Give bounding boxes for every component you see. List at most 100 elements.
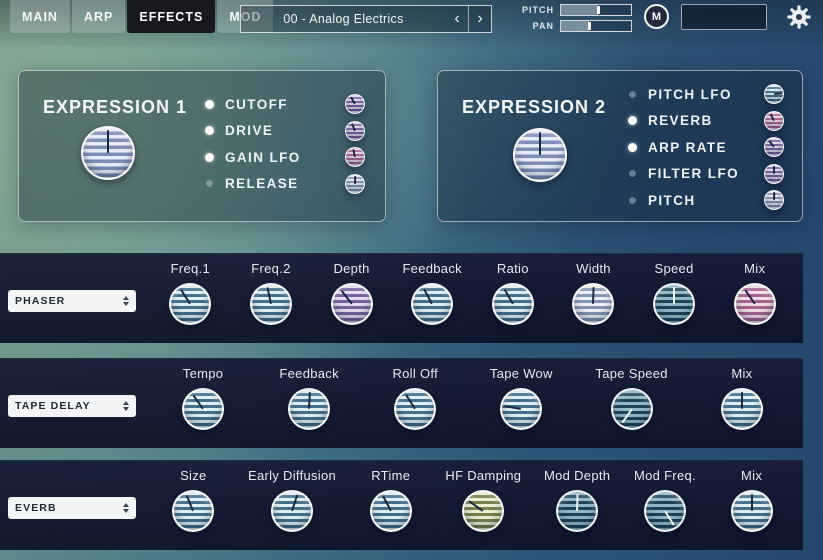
tape-delay-knobs: Tempo Feedback Roll Off Tape Wow Tape Sp…	[150, 366, 795, 430]
arp-rate-mini-knob[interactable]	[764, 137, 784, 157]
phaser-speed-knob[interactable]	[653, 283, 695, 325]
expression-2-knob[interactable]	[513, 128, 567, 182]
radio-dot	[629, 170, 636, 177]
gain-lfo-mini-knob[interactable]	[345, 147, 365, 167]
tape-delay-effect-selector[interactable]: TAPE DELAY	[8, 395, 136, 417]
everb-mod-depth-knob[interactable]	[556, 490, 598, 532]
exp1-option-gain-lfo[interactable]: GAIN LFO	[205, 146, 365, 168]
selector-label: TAPE DELAY	[15, 400, 91, 412]
knob-label: Mix	[741, 468, 762, 483]
option-label: CUTOFF	[225, 97, 334, 112]
radio-dot	[629, 91, 636, 98]
knob-label: Mix	[744, 261, 765, 276]
knob-needle	[406, 278, 457, 329]
up-down-arrows-icon	[123, 401, 129, 411]
tapedelay-feedback-knob[interactable]	[288, 388, 330, 430]
mono-button[interactable]: M	[644, 4, 669, 29]
release-mini-knob[interactable]	[345, 174, 365, 194]
tapedelay-tempo-knob[interactable]	[182, 388, 224, 430]
everb-early-diffusion-knob[interactable]	[271, 490, 313, 532]
exp1-option-drive[interactable]: DRIVE	[205, 120, 365, 142]
phaser-mix-knob[interactable]	[734, 283, 776, 325]
phaser-effect-selector[interactable]: PHASER	[8, 290, 136, 312]
everb-hf-damping-knob[interactable]	[462, 490, 504, 532]
radio-dot	[205, 153, 214, 162]
fx-cell: Mod Freq.	[633, 468, 697, 532]
pitch-row: PITCH	[518, 4, 632, 16]
pitch-slider[interactable]	[560, 4, 632, 16]
exp2-option-arp-rate[interactable]: ARP RATE	[628, 136, 784, 158]
knob-label: Feedback	[279, 366, 339, 381]
fx-cell: Width	[561, 261, 625, 325]
selector-label: PHASER	[15, 295, 65, 307]
phaser-freq1-knob[interactable]	[169, 283, 211, 325]
everb-mix-knob[interactable]	[731, 490, 773, 532]
preset-prev-button[interactable]: ‹	[446, 6, 468, 32]
display-screen	[681, 4, 767, 30]
exp1-option-release[interactable]: RELEASE	[205, 173, 365, 195]
pitch-lfo-mini-knob[interactable]	[764, 84, 784, 104]
tapedelay-tapespeed-knob[interactable]	[611, 388, 653, 430]
fx-cell: Size	[161, 468, 225, 532]
exp2-option-filter-lfo[interactable]: FILTER LFO	[628, 163, 784, 185]
knob-label: HF Damping	[445, 468, 521, 483]
slider-thumb[interactable]	[588, 22, 591, 30]
knob-needle	[499, 387, 543, 431]
phaser-depth-knob[interactable]	[331, 283, 373, 325]
tab-arp[interactable]: ARP	[72, 0, 125, 33]
phaser-ratio-knob[interactable]	[492, 283, 534, 325]
everb-size-knob[interactable]	[172, 490, 214, 532]
knob-label: Width	[576, 261, 611, 276]
knob-needle	[268, 487, 316, 535]
tapedelay-mix-knob[interactable]	[721, 388, 763, 430]
settings-gear-icon[interactable]	[784, 2, 814, 32]
pitch-label: PITCH	[518, 5, 554, 15]
tab-main[interactable]: MAIN	[10, 0, 70, 33]
nav-tabs: MAIN ARP EFFECTS MOD	[10, 0, 273, 33]
phaser-feedback-knob[interactable]	[411, 283, 453, 325]
tab-effects[interactable]: EFFECTS	[127, 0, 215, 33]
option-label: DRIVE	[225, 123, 334, 138]
phaser-freq2-knob[interactable]	[250, 283, 292, 325]
knob-needle	[248, 281, 293, 326]
tapedelay-rolloff-knob[interactable]	[394, 388, 436, 430]
pan-label: PAN	[518, 21, 554, 31]
radio-dot	[205, 100, 214, 109]
knob-label: Mix	[731, 366, 752, 381]
everb-rtime-knob[interactable]	[370, 490, 412, 532]
expression-1-panel: EXPRESSION 1 CUTOFF DRIVE GAIN LFO RELEA…	[18, 70, 386, 222]
knob-label: Mod Depth	[544, 468, 610, 483]
knob-needle	[487, 278, 539, 330]
reverb-mini-knob[interactable]	[764, 111, 784, 131]
knob-needle	[177, 383, 230, 436]
knob-needle	[733, 492, 771, 530]
knob-needle	[365, 485, 416, 536]
exp2-option-pitch-lfo[interactable]: PITCH LFO	[628, 83, 784, 105]
cutoff-mini-knob[interactable]	[345, 94, 365, 114]
tape-delay-row: TAPE DELAY Tempo Feedback Roll Off Tape …	[0, 358, 803, 448]
slider-thumb[interactable]	[597, 6, 600, 14]
up-down-arrows-icon	[123, 503, 129, 513]
knob-needle	[169, 486, 218, 535]
knob-label: Size	[180, 468, 207, 483]
everb-mod-freq-knob[interactable]	[644, 490, 686, 532]
tapedelay-tapewow-knob[interactable]	[500, 388, 542, 430]
pitch-mini-knob[interactable]	[764, 190, 784, 210]
option-label: PITCH	[648, 193, 753, 208]
exp2-option-pitch[interactable]: PITCH	[628, 189, 784, 211]
pan-slider[interactable]	[560, 20, 632, 32]
slider-fill	[561, 5, 598, 15]
preset-selector[interactable]: 00 - Analog Electrics ‹ ›	[240, 5, 492, 33]
everb-effect-selector[interactable]: EVERB	[8, 497, 136, 519]
fx-cell: Tempo	[171, 366, 235, 430]
slider-fill	[561, 21, 589, 31]
exp1-option-cutoff[interactable]: CUTOFF	[205, 93, 365, 115]
preset-next-button[interactable]: ›	[468, 6, 491, 32]
expression-1-knob[interactable]	[81, 126, 135, 180]
phaser-width-knob[interactable]	[572, 283, 614, 325]
tab-effects-label: EFFECTS	[139, 10, 203, 24]
knob-needle	[557, 491, 596, 530]
drive-mini-knob[interactable]	[345, 121, 365, 141]
filter-lfo-mini-knob[interactable]	[764, 164, 784, 184]
exp2-option-reverb[interactable]: REVERB	[628, 110, 784, 132]
